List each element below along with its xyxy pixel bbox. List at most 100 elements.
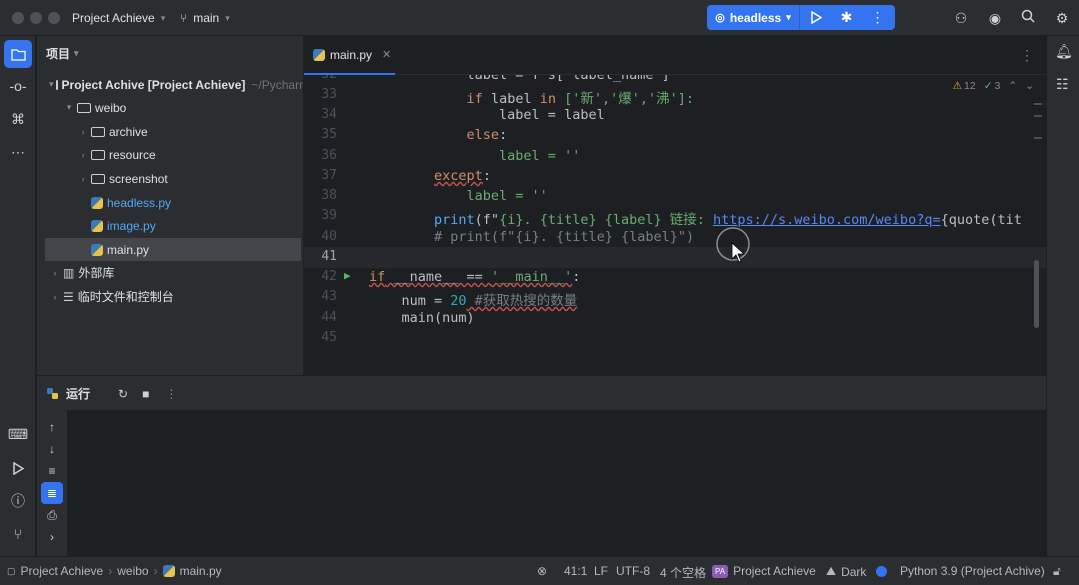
project-switcher[interactable]: Project Achieve ▾ bbox=[72, 11, 165, 25]
chevron-up-icon[interactable]: ⌃ bbox=[1008, 80, 1017, 92]
more-actions-button[interactable]: ⋮ bbox=[862, 5, 893, 30]
minimize-window-button[interactable] bbox=[30, 12, 42, 24]
project-panel-title: 项目 bbox=[46, 47, 71, 61]
run-panel: 运行 ↻ ■ ⋮ ↑ ↓ ≡ ≣ ⎙ › bbox=[37, 375, 1046, 557]
tree-item-headless-py[interactable]: headless.py bbox=[37, 191, 303, 214]
chevron-right-icon: › bbox=[81, 149, 85, 160]
indent-setting[interactable]: 4 个空格 bbox=[660, 564, 706, 581]
rerun-icon[interactable]: ↻ bbox=[118, 387, 128, 401]
line-number: 40 bbox=[321, 229, 337, 244]
line-number: 35 bbox=[321, 127, 337, 142]
database-icon[interactable]: ☷ bbox=[1056, 76, 1069, 93]
search-icon[interactable] bbox=[1019, 9, 1037, 27]
tree-item-external-libraries[interactable]: › ▥ 外部库 bbox=[37, 261, 303, 284]
tree-item-label: resource bbox=[109, 147, 156, 162]
caret-position[interactable]: 41:1 bbox=[564, 564, 587, 578]
tree-item-image-py[interactable]: image.py bbox=[37, 214, 303, 237]
left-tool-strip: -o- ⌘ ⋯ ⌨ ⓘ ⑂ bbox=[0, 36, 36, 556]
code-line: print(f"{i}. {title} {label} 链接: https:/… bbox=[434, 212, 1022, 228]
warnings-count: 12 bbox=[964, 80, 976, 92]
project-name: Project Achieve bbox=[733, 564, 816, 578]
inspection-widget[interactable]: ⚠ 12 ✓ 3 ⌃ ⌄ bbox=[953, 80, 1034, 92]
theme-name: Dark bbox=[841, 564, 867, 579]
arrow-down-icon[interactable]: ↓ bbox=[41, 438, 63, 460]
structure-tool-button[interactable]: ⌘ bbox=[4, 105, 32, 133]
project-widget[interactable]: PA Project Achieve bbox=[712, 564, 816, 578]
editor-scrollbar[interactable] bbox=[1034, 260, 1039, 328]
breadcrumb-folder[interactable]: weibo bbox=[117, 564, 148, 578]
theme-icon: ⛰ bbox=[826, 564, 837, 578]
print-icon[interactable]: ⎙ bbox=[41, 504, 63, 526]
minimap-mark bbox=[1034, 103, 1042, 105]
close-icon[interactable]: ✕ bbox=[382, 48, 391, 61]
tree-item-project-root[interactable]: ▾ Project Achive [Project Achieve] ~/Pyc… bbox=[37, 73, 303, 96]
theme-widget[interactable]: ⛰ Dark bbox=[826, 564, 866, 579]
minimap-mark bbox=[1034, 115, 1042, 117]
interpreter-status-icon bbox=[876, 565, 887, 577]
stop-icon[interactable]: ■ bbox=[142, 387, 149, 401]
tab-main-py[interactable]: main.py ✕ bbox=[304, 36, 395, 75]
line-number: 33 bbox=[321, 87, 337, 102]
terminal-tool-button[interactable]: ⌨ bbox=[4, 420, 32, 448]
run-gutter-icon[interactable]: ▶ bbox=[344, 269, 351, 282]
run-config-selector[interactable]: ◎ headless ▾ bbox=[707, 5, 799, 30]
code-line: except: bbox=[434, 168, 491, 184]
tree-item-scratches[interactable]: › ☰ 临时文件和控制台 bbox=[37, 285, 303, 308]
git-tool-button[interactable]: ⑂ bbox=[4, 520, 32, 548]
branch-switcher[interactable]: ⑂ main ▾ bbox=[180, 11, 230, 25]
line-separator[interactable]: LF bbox=[594, 564, 608, 578]
ai-status-icon[interactable]: ⊗ bbox=[537, 564, 547, 578]
folder-icon bbox=[91, 173, 105, 184]
code-editor[interactable]: 32 33 34 35 36 37 38 39 40 41 42 43 44 4… bbox=[304, 75, 1046, 375]
more-vertical-icon[interactable]: ⋮ bbox=[1020, 47, 1034, 64]
chevron-right-icon: › bbox=[81, 126, 85, 137]
tree-item-path: ~/Pycharm bbox=[251, 77, 303, 92]
check-icon: ✓ bbox=[983, 80, 993, 92]
line-number: 32 bbox=[304, 75, 337, 82]
tree-item-main-py[interactable]: main.py bbox=[45, 238, 301, 261]
tree-item-weibo[interactable]: ▾ weibo bbox=[37, 96, 303, 119]
folder-icon bbox=[55, 79, 58, 90]
interpreter-widget[interactable]: Python 3.9 (Project Achive) bbox=[876, 564, 1045, 578]
more-vertical-icon[interactable]: ⋮ bbox=[165, 387, 177, 401]
commit-tool-button[interactable]: -o- bbox=[4, 72, 32, 100]
minimap-mark bbox=[1034, 137, 1042, 139]
lock-icon[interactable]: 🔓︎ bbox=[1053, 564, 1061, 579]
project-tool-button[interactable] bbox=[4, 40, 32, 68]
run-console-output[interactable] bbox=[67, 410, 1046, 557]
scroll-to-end-icon[interactable]: ≣ bbox=[41, 482, 63, 504]
current-line-highlight bbox=[304, 247, 1046, 268]
close-window-button[interactable] bbox=[12, 12, 24, 24]
breadcrumb: ▢ Project Achieve › weibo › main.py bbox=[7, 564, 222, 578]
run-tool-button[interactable] bbox=[4, 454, 32, 482]
warning-circle-icon: ⓘ bbox=[11, 493, 25, 509]
ai-assistant-icon[interactable]: ◉ bbox=[986, 9, 1004, 27]
tree-item-label: main.py bbox=[107, 242, 150, 257]
run-config-name: headless bbox=[729, 10, 782, 25]
run-button[interactable] bbox=[800, 5, 831, 30]
zoom-window-button[interactable] bbox=[48, 12, 60, 24]
chevron-right-icon[interactable]: › bbox=[41, 526, 63, 548]
tree-item-resource[interactable]: › resource bbox=[37, 143, 303, 166]
settings-gear-icon[interactable]: ⚙ bbox=[1053, 9, 1071, 27]
soft-wrap-icon[interactable]: ≡ bbox=[41, 460, 63, 482]
chevron-down-icon[interactable]: ⌄ bbox=[1025, 80, 1034, 92]
breadcrumb-file[interactable]: main.py bbox=[180, 564, 222, 578]
chevron-down-icon: ▾ bbox=[160, 12, 166, 23]
tree-item-label: 临时文件和控制台 bbox=[77, 290, 174, 304]
more-tools-button[interactable]: ⋯ bbox=[4, 138, 32, 166]
tree-item-archive[interactable]: › archive bbox=[37, 120, 303, 143]
add-user-icon[interactable]: ⚇ bbox=[952, 9, 970, 27]
breadcrumb-project[interactable]: Project Achieve bbox=[21, 564, 104, 578]
run-panel-header: 运行 ↻ ■ ⋮ bbox=[46, 385, 177, 402]
tree-item-screenshot[interactable]: › screenshot bbox=[37, 167, 303, 190]
file-encoding[interactable]: UTF-8 bbox=[616, 564, 650, 578]
python-file-icon bbox=[91, 243, 103, 256]
project-panel: 项目 ▾ ▾ Project Achive [Project Achieve] … bbox=[37, 36, 303, 375]
arrow-up-icon[interactable]: ↑ bbox=[41, 416, 63, 438]
project-panel-header[interactable]: 项目 ▾ bbox=[46, 45, 79, 62]
problems-tool-button[interactable]: ⓘ bbox=[4, 487, 32, 515]
notifications-bell-icon[interactable]: 🔔︎ bbox=[1055, 43, 1073, 60]
code-line: if label in ['新','爆','沸']: bbox=[466, 91, 695, 107]
debug-button[interactable]: ✱ bbox=[831, 5, 862, 30]
